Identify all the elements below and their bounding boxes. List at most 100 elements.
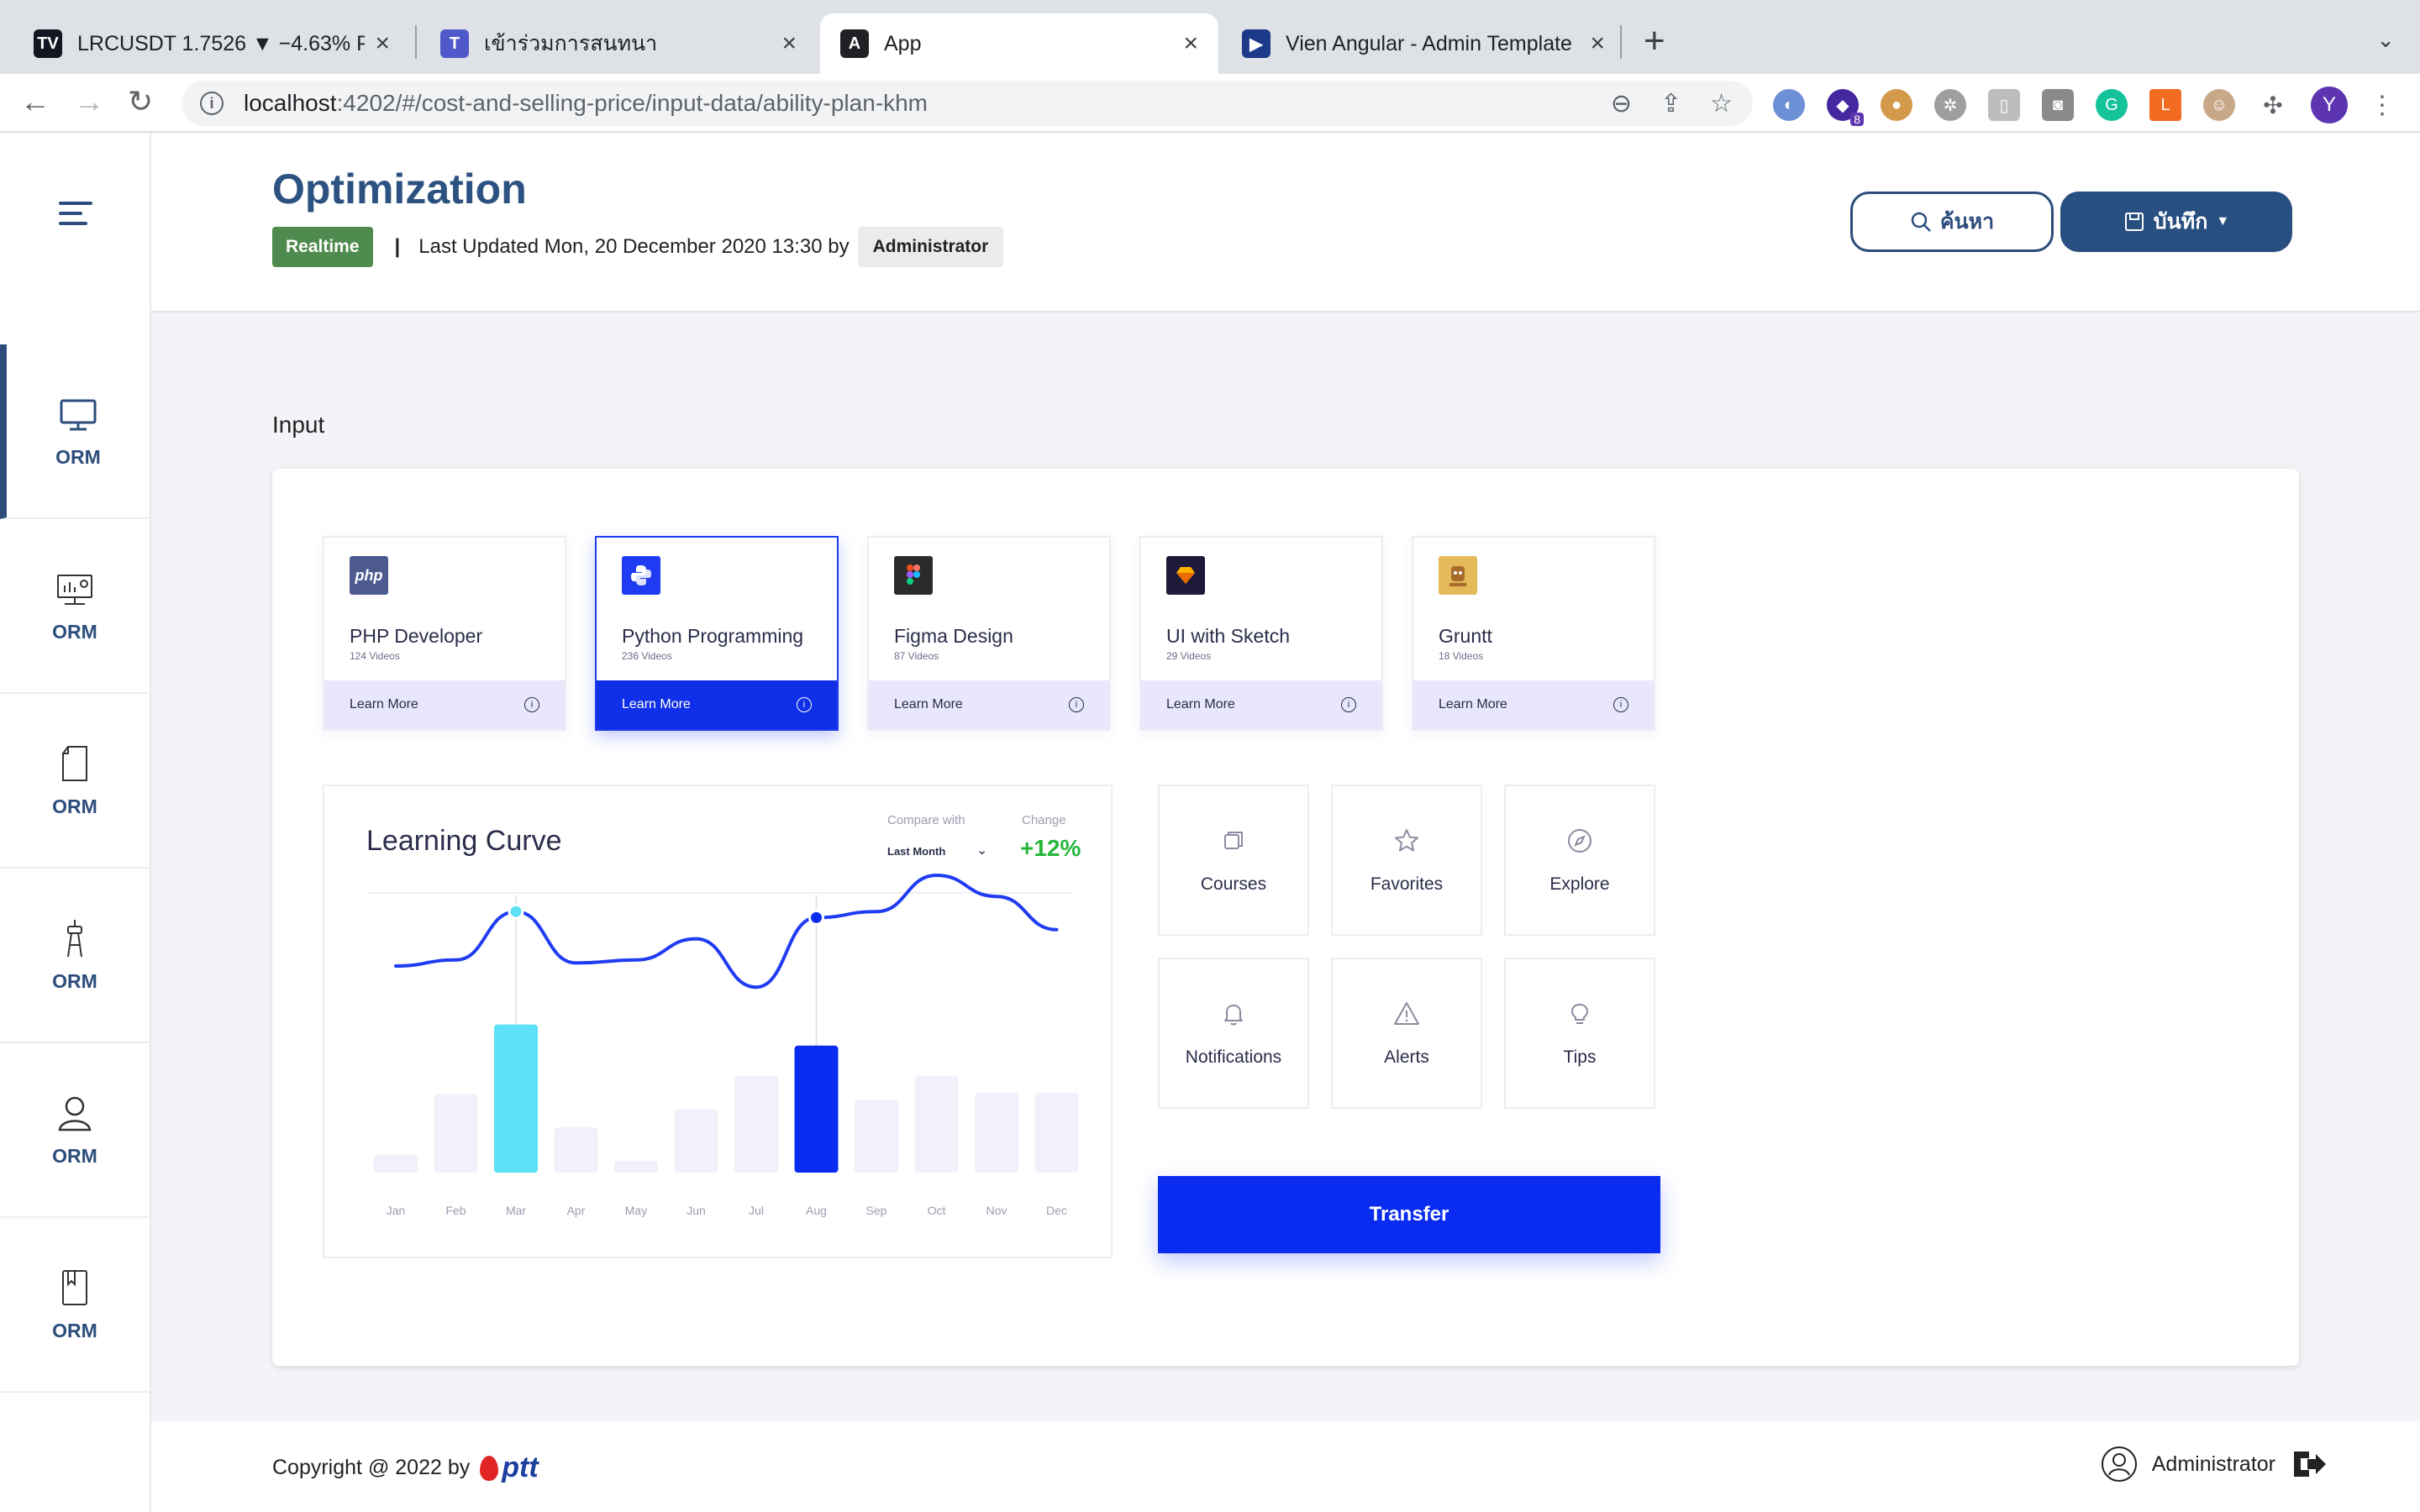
user-circle-icon [2101,1446,2137,1482]
close-icon[interactable]: × [1183,29,1198,58]
sidebar-item-orm-4[interactable]: ORM [0,869,150,1043]
extension-icon[interactable]: ☺ [2203,89,2235,121]
tile-tips[interactable]: Tips [1504,958,1655,1109]
browser-tab-tradingview[interactable]: TV LRCUSDT 1.7526 ▼ −4.63% PL × [13,13,410,74]
forward-icon[interactable]: → [74,84,104,119]
logout-icon[interactable] [2289,1445,2328,1483]
x-tick-label: Feb [445,1204,466,1217]
ptt-logo: ptt [480,1452,539,1484]
cookie-icon[interactable]: ● [1881,89,1912,121]
sidebar-item-label: ORM [55,445,101,468]
course-card-python[interactable]: Python Programming 236 Videos Learn More… [595,536,839,731]
tile-favorites[interactable]: Favorites [1331,785,1482,936]
menu-icon[interactable] [59,202,92,232]
back-icon[interactable]: ← [20,84,50,119]
learning-curve-chart: Jan Feb Mar Apr May Jun Jul Aug Sep Oct Nov Dec [374,873,1079,1217]
presentation-icon [57,574,92,605]
new-tab-icon[interactable]: + [1644,20,1665,62]
address-bar[interactable]: i localhost:4202/#/cost-and-selling-pric… [182,81,1753,126]
chevron-down-icon[interactable]: ⌄ [2376,27,2395,53]
search-button[interactable]: ค้นหา [1850,192,2054,252]
learn-more-label: Learn More [350,697,418,711]
tile-courses[interactable]: Courses [1158,785,1309,936]
extension-icon[interactable]: ✲ [1934,89,1966,121]
line-series [394,873,1059,990]
profile-avatar[interactable]: Y [2311,87,2348,123]
main-content: Input php PHP Developer 124 Videos Learn… [151,312,2420,1421]
info-icon[interactable]: i [797,697,812,712]
section-label: Input [272,412,325,438]
course-card-php[interactable]: php PHP Developer 124 Videos Learn More i [323,536,566,731]
learn-more-label: Learn More [1166,697,1235,711]
bar-jul [734,1075,778,1173]
tradingview-icon: TV [34,29,62,58]
learn-more-button[interactable]: Learn More i [1413,680,1654,729]
tile-alerts[interactable]: Alerts [1331,958,1482,1109]
tile-notifications[interactable]: Notifications [1158,958,1309,1109]
tile-explore[interactable]: Explore [1504,785,1655,936]
monitor-icon [60,399,97,430]
info-icon[interactable]: i [1341,697,1356,712]
bar-sep [855,1100,898,1173]
close-icon[interactable]: × [1590,29,1605,58]
grammarly-icon[interactable]: G [2096,89,2128,121]
close-icon[interactable]: × [781,29,797,58]
sidebar-item-orm-3[interactable]: ORM [0,694,150,869]
browser-tab-teams[interactable]: T เข้าร่วมการสนทนา × [420,13,817,74]
grunt-logo-icon [1439,556,1477,595]
share-icon[interactable]: ⇪ [1660,89,1681,118]
url-host: localhost [244,90,337,116]
info-icon[interactable]: i [200,92,224,115]
close-icon[interactable]: × [375,29,390,58]
sidebar-item-label: ORM [52,620,97,643]
tab-title: Vien Angular - Admin Template [1286,31,1572,55]
course-card-gruntt[interactable]: Gruntt 18 Videos Learn More i [1412,536,1655,731]
browser-toolbar: ← → ↻ i localhost:4202/#/cost-and-sellin… [0,74,2420,133]
puzzle-icon[interactable]: ✣ [2257,89,2289,121]
update-meta: Realtime | Last Updated Mon, 20 December… [272,227,1004,267]
course-card-figma[interactable]: Figma Design 87 Videos Learn More i [867,536,1111,731]
sidebar-item-label: ORM [52,969,97,992]
extension-icon[interactable]: ◆ 8 [1827,89,1864,126]
extension-badge: 8 [1850,113,1864,126]
reload-icon[interactable]: ↻ [128,84,153,119]
bookmark-star-icon[interactable]: ☆ [1710,89,1733,118]
save-button[interactable]: บันทึก ▼ [2060,192,2292,252]
learn-more-button[interactable]: Learn More i [597,680,837,729]
sidebar-item-orm-5[interactable]: ORM [0,1043,150,1218]
zoom-out-icon[interactable]: ⊖ [1611,89,1632,118]
sidebar-item-orm-1[interactable]: ORM [0,344,150,519]
bar-jan [374,1154,418,1173]
sidebar-item-orm-2[interactable]: ORM [0,519,150,694]
course-videos: 124 Videos [350,650,400,662]
info-icon[interactable]: i [1613,697,1628,712]
browser-tab-app[interactable]: A App × [820,13,1218,74]
learn-more-button[interactable]: Learn More i [324,680,565,729]
page-title: Optimization [272,165,527,213]
course-card-sketch[interactable]: UI with Sketch 29 Videos Learn More i [1139,536,1383,731]
more-icon[interactable]: ⋮ [2370,91,2395,120]
learn-more-button[interactable]: Learn More i [869,680,1109,729]
extension-icon[interactable]: L [2149,89,2181,121]
extensions-bar: ◐ ◆ 8 ● ✲ ▯ ◙ G L ☺ ✣ Y ⋮ [1773,87,2395,126]
bar-oct [914,1075,959,1173]
transfer-button[interactable]: Transfer [1158,1176,1660,1253]
x-tick-label: Aug [806,1204,827,1217]
bar-aug [794,1045,839,1173]
browser-tab-vien[interactable]: ▶ Vien Angular - Admin Template × [1222,13,1625,74]
bar-mar [494,1024,538,1173]
info-icon[interactable]: i [1069,697,1084,712]
extension-icon[interactable]: ◐ [1773,89,1805,121]
sketch-logo-icon [1166,556,1205,595]
ptt-drop-icon [480,1455,499,1481]
sidebar-item-orm-6[interactable]: ORM [0,1218,150,1393]
bell-icon [1224,1005,1243,1026]
camera-icon[interactable]: ◙ [2042,89,2074,121]
tab-separator [415,25,417,59]
info-icon[interactable]: i [524,697,539,712]
x-tick-label: Oct [928,1204,946,1217]
copy-icon [1224,832,1243,849]
tile-label: Tips [1563,1047,1597,1067]
extension-icon[interactable]: ▯ [1988,89,2020,121]
learn-more-button[interactable]: Learn More i [1141,680,1381,729]
